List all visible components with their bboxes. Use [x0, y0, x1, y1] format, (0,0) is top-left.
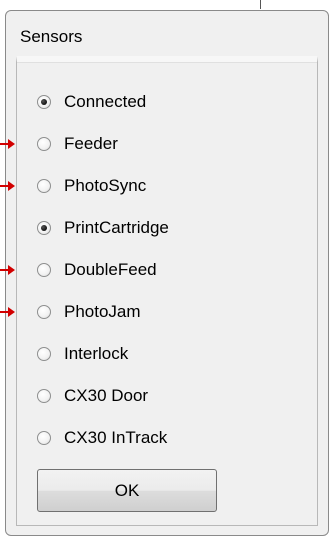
radio-button-icon[interactable] — [37, 179, 51, 193]
sensor-label: CX30 InTrack — [64, 428, 168, 447]
annotation-arrow-icon — [0, 265, 15, 275]
sensor-option-interlock[interactable]: Interlock — [37, 340, 128, 368]
radio-button-icon[interactable] — [37, 137, 51, 151]
sensor-option-connected[interactable]: Connected — [37, 88, 146, 116]
radio-button-icon[interactable] — [37, 221, 51, 235]
sensor-label: Interlock — [64, 344, 129, 363]
radio-button-icon[interactable] — [37, 389, 51, 403]
radio-button-icon[interactable] — [37, 305, 51, 319]
sensor-option-photojam[interactable]: PhotoJam — [37, 298, 141, 326]
sensor-option-cx30-door[interactable]: CX30 Door — [37, 382, 148, 410]
radio-button-icon[interactable] — [37, 431, 51, 445]
annotation-arrow-icon — [0, 139, 15, 149]
sensor-label: PrintCartridge — [64, 218, 169, 237]
sensor-label: Connected — [64, 92, 147, 111]
ok-button[interactable]: OK — [37, 469, 217, 512]
sensor-label: CX30 Door — [64, 386, 149, 405]
sensor-option-feeder[interactable]: Feeder — [37, 130, 118, 158]
dialog-title: Sensors — [20, 27, 83, 46]
sensor-option-doublefeed[interactable]: DoubleFeed — [37, 256, 157, 284]
sensor-label: PhotoJam — [64, 302, 141, 321]
background-window-edge — [260, 0, 261, 9]
sensor-label: PhotoSync — [64, 176, 147, 195]
sensor-label: DoubleFeed — [64, 260, 157, 279]
sensor-option-cx30-intrack[interactable]: CX30 InTrack — [37, 424, 167, 452]
sensor-option-printcartridge[interactable]: PrintCartridge — [37, 214, 169, 242]
sensor-label: Feeder — [64, 134, 118, 153]
radio-button-icon[interactable] — [37, 347, 51, 361]
radio-button-icon[interactable] — [37, 263, 51, 277]
annotation-arrow-icon — [0, 181, 15, 191]
annotation-arrow-icon — [0, 307, 15, 317]
sensors-panel — [16, 56, 318, 526]
sensor-option-photosync[interactable]: PhotoSync — [37, 172, 146, 200]
radio-button-icon[interactable] — [37, 95, 51, 109]
